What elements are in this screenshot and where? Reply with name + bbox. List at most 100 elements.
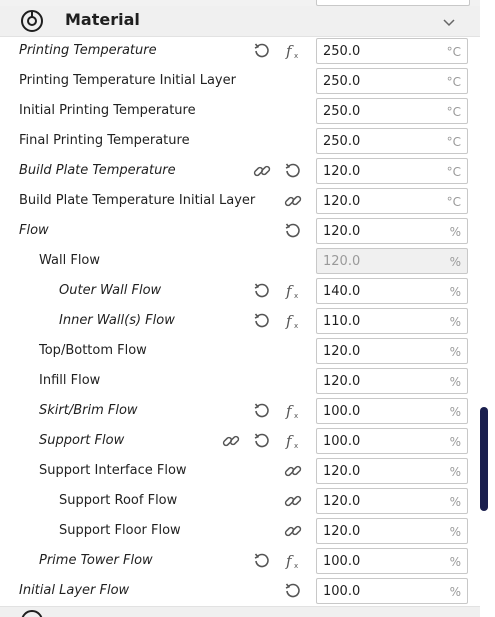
setting-row-flow: Flow 120.0% bbox=[0, 216, 480, 246]
setting-unit: °C bbox=[446, 45, 461, 59]
setting-row-initial-layer-flow: Initial Layer Flow 100.0% bbox=[0, 576, 480, 606]
svg-text:f: f bbox=[285, 42, 294, 60]
setting-value: 100.0 bbox=[323, 554, 361, 569]
setting-unit: % bbox=[449, 495, 461, 509]
material-spool-icon bbox=[20, 9, 44, 33]
setting-row-support-roof-flow: Support Roof Flow 120.0% bbox=[0, 486, 480, 516]
scrollbar-thumb[interactable] bbox=[480, 407, 488, 511]
link-icon[interactable] bbox=[283, 491, 303, 511]
setting-value: 120.0 bbox=[323, 494, 361, 509]
setting-value-field[interactable]: 250.0 °C bbox=[316, 128, 468, 154]
function-icon[interactable]: fx bbox=[283, 281, 303, 301]
setting-label: Inner Wall(s) Flow bbox=[59, 313, 175, 328]
setting-value-field[interactable]: 120.0% bbox=[316, 338, 468, 364]
setting-value: 100.0 bbox=[323, 584, 361, 599]
svg-text:x: x bbox=[294, 562, 298, 570]
function-icon[interactable]: fx bbox=[283, 311, 303, 331]
reset-icon[interactable] bbox=[283, 221, 303, 241]
setting-value-field[interactable]: 100.0% bbox=[316, 548, 468, 574]
reset-icon[interactable] bbox=[252, 401, 272, 421]
link-icon[interactable] bbox=[283, 521, 303, 541]
function-icon[interactable]: fx bbox=[283, 431, 303, 451]
setting-unit: °C bbox=[446, 105, 461, 119]
setting-label: Initial Printing Temperature bbox=[19, 103, 196, 118]
svg-text:x: x bbox=[294, 322, 298, 330]
setting-unit: % bbox=[449, 345, 461, 359]
function-icon[interactable]: fx bbox=[283, 41, 303, 61]
setting-row-printing-temperature-initial-layer: Printing Temperature Initial Layer 250.0 °… bbox=[0, 66, 480, 96]
setting-label: Flow bbox=[19, 223, 49, 238]
function-icon[interactable]: fx bbox=[283, 401, 303, 421]
setting-value-field[interactable]: 140.0% bbox=[316, 278, 468, 304]
setting-value-field[interactable]: 250.0 °C bbox=[316, 38, 468, 64]
next-section-header[interactable] bbox=[0, 606, 480, 617]
reset-icon[interactable] bbox=[252, 431, 272, 451]
setting-value: 250.0 bbox=[323, 74, 361, 89]
setting-label: Initial Layer Flow bbox=[19, 583, 130, 598]
function-icon[interactable]: fx bbox=[283, 551, 303, 571]
setting-value-field[interactable]: 120.0% bbox=[316, 458, 468, 484]
setting-row-support-flow: Support Flow f x 100.0% bbox=[0, 426, 480, 456]
setting-unit: % bbox=[449, 225, 461, 239]
setting-unit: % bbox=[449, 465, 461, 479]
setting-value-field[interactable]: 120.0% bbox=[316, 218, 468, 244]
setting-value: 120.0 bbox=[323, 524, 361, 539]
setting-value: 100.0 bbox=[323, 434, 361, 449]
setting-label: Prime Tower Flow bbox=[39, 553, 153, 568]
link-icon[interactable] bbox=[283, 191, 303, 211]
setting-unit: °C bbox=[446, 75, 461, 89]
setting-label: Support Interface Flow bbox=[39, 463, 187, 478]
setting-label: Support Floor Flow bbox=[59, 523, 181, 538]
setting-value: 120.0 bbox=[323, 164, 361, 179]
setting-value: 250.0 bbox=[323, 44, 361, 59]
setting-value: 120.0 bbox=[323, 464, 361, 479]
reset-icon[interactable] bbox=[252, 311, 272, 331]
setting-value-field[interactable]: 120.0% bbox=[316, 518, 468, 544]
setting-row-final-printing-temperature: Final Printing Temperature 250.0 °C bbox=[0, 126, 480, 156]
setting-label: Outer Wall Flow bbox=[59, 283, 162, 298]
setting-value-field[interactable]: 110.0% bbox=[316, 308, 468, 334]
setting-value-field[interactable]: 120.0% bbox=[316, 368, 468, 394]
link-icon[interactable] bbox=[283, 461, 303, 481]
svg-text:f: f bbox=[285, 312, 294, 330]
svg-text:f: f bbox=[285, 402, 294, 420]
setting-value-field[interactable]: 250.0 °C bbox=[316, 98, 468, 124]
chevron-down-icon[interactable] bbox=[442, 14, 456, 28]
setting-unit: °C bbox=[446, 165, 461, 179]
setting-value-field[interactable]: 120.0 °C bbox=[316, 188, 468, 214]
setting-value: 120.0 bbox=[323, 224, 361, 239]
reset-icon[interactable] bbox=[252, 41, 272, 61]
reset-icon[interactable] bbox=[252, 281, 272, 301]
setting-row-support-floor-flow: Support Floor Flow 120.0% bbox=[0, 516, 480, 546]
svg-text:x: x bbox=[294, 52, 298, 60]
link-icon[interactable] bbox=[252, 161, 272, 181]
setting-value: 120.0 bbox=[323, 254, 361, 269]
setting-label: Final Printing Temperature bbox=[19, 133, 190, 148]
setting-value-field[interactable]: 100.0% bbox=[316, 578, 468, 604]
setting-value-field[interactable]: 120.0% bbox=[316, 488, 468, 514]
setting-label: Build Plate Temperature Initial Layer bbox=[19, 193, 256, 208]
setting-unit: % bbox=[449, 285, 461, 299]
setting-value: 140.0 bbox=[323, 284, 361, 299]
setting-value: 120.0 bbox=[323, 194, 361, 209]
setting-value-field[interactable]: 250.0 °C bbox=[316, 68, 468, 94]
link-icon[interactable] bbox=[221, 431, 241, 451]
reset-icon[interactable] bbox=[283, 161, 303, 181]
setting-row-wall-flow: Wall Flow 120.0% bbox=[0, 246, 480, 276]
reset-icon[interactable] bbox=[252, 551, 272, 571]
setting-value-field[interactable]: 100.0% bbox=[316, 398, 468, 424]
setting-unit: % bbox=[449, 585, 461, 599]
setting-unit: % bbox=[449, 315, 461, 329]
setting-label: Build Plate Temperature bbox=[19, 163, 176, 178]
setting-value-field[interactable]: 100.0% bbox=[316, 428, 468, 454]
setting-unit: % bbox=[449, 375, 461, 389]
material-section-header[interactable]: Material bbox=[0, 6, 480, 37]
setting-value-field: 120.0% bbox=[316, 248, 468, 274]
setting-value-field[interactable]: 120.0 °C bbox=[316, 158, 468, 184]
reset-icon[interactable] bbox=[283, 581, 303, 601]
setting-row-infill-flow: Infill Flow 120.0% bbox=[0, 366, 480, 396]
svg-text:x: x bbox=[294, 292, 298, 300]
setting-unit: % bbox=[449, 405, 461, 419]
setting-unit: % bbox=[449, 525, 461, 539]
setting-row-initial-printing-temperature: Initial Printing Temperature 250.0 °C bbox=[0, 96, 480, 126]
